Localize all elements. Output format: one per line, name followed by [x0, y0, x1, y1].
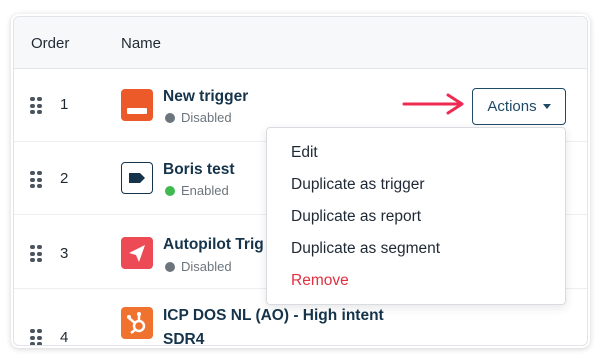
row-title[interactable]: Autopilot Trig — [163, 236, 264, 254]
actions-menu: Edit Duplicate as trigger Duplicate as r… — [266, 127, 566, 305]
status-badge: Disabled — [165, 110, 232, 125]
status-dot — [165, 185, 175, 196]
status-badge: Enabled — [165, 183, 229, 198]
paper-plane-icon — [121, 237, 153, 269]
triggers-table-card: Order Name 1 New trigger Disabled 2 Bori… — [13, 16, 588, 346]
row-title[interactable]: New trigger — [163, 88, 248, 106]
hubspot-icon — [121, 307, 153, 339]
status-label: Disabled — [181, 110, 232, 125]
status-label: Enabled — [181, 183, 229, 198]
caret-down-icon — [542, 104, 551, 109]
drag-handle-icon[interactable] — [30, 171, 42, 189]
row-order: 4 — [60, 329, 69, 346]
status-badge: Disabled — [165, 259, 232, 274]
menu-item-remove[interactable]: Remove — [291, 272, 349, 290]
row-title[interactable]: Boris test — [163, 161, 235, 179]
drag-handle-icon[interactable] — [30, 329, 42, 345]
status-label: Disabled — [181, 259, 232, 274]
column-header-order[interactable]: Order — [31, 35, 69, 52]
menu-item-duplicate-report[interactable]: Duplicate as report — [291, 208, 421, 226]
menu-item-edit[interactable]: Edit — [291, 144, 318, 162]
drag-handle-icon[interactable] — [30, 245, 42, 263]
actions-dropdown-button[interactable]: Actions — [472, 88, 566, 125]
row-order: 2 — [60, 170, 69, 187]
tag-icon — [121, 162, 153, 194]
drag-handle-icon[interactable] — [30, 97, 42, 115]
arrow-right-icon — [402, 93, 464, 115]
menu-item-duplicate-segment[interactable]: Duplicate as segment — [291, 240, 440, 258]
status-dot — [165, 112, 175, 123]
row-order: 1 — [60, 96, 69, 113]
actions-label: Actions — [487, 98, 537, 115]
row-title-line2[interactable]: SDR4 — [163, 331, 204, 345]
status-dot — [165, 261, 175, 272]
row-order: 3 — [60, 245, 69, 262]
column-header-name[interactable]: Name — [121, 35, 161, 52]
table-header: Order Name — [14, 17, 587, 69]
menu-item-duplicate-trigger[interactable]: Duplicate as trigger — [291, 176, 425, 194]
row-title-line1[interactable]: ICP DOS NL (AO) - High intent — [163, 307, 384, 325]
trigger-banner-icon — [121, 89, 153, 121]
